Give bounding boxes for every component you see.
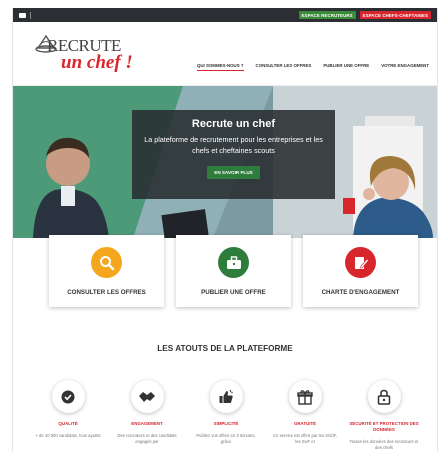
hero-banner: Recrute un chef La plateforme de recrute… — [13, 86, 437, 238]
top-bar-left — [19, 11, 31, 19]
top-bar: ESPACE RECRUTEURS ESPACE CHEFS-CHEFTAINE… — [13, 8, 437, 22]
hero-title: Recrute un chef — [191, 118, 276, 130]
top-bar-right: ESPACE RECRUTEURS ESPACE CHEFS-CHEFTAINE… — [298, 11, 431, 19]
atout-text: + de 10 000 candidats, tous ayants — [35, 433, 101, 438]
atout-text: Ce service est offert par les SGdF, les … — [273, 433, 337, 444]
search-icon — [91, 247, 122, 278]
nav-item-consulter-offres[interactable]: CONSULTER LES OFFRES — [256, 63, 312, 71]
atout-title: ENGAGEMENT — [131, 421, 163, 426]
hero-subtitle: La plateforme de recrutement pour les en… — [144, 135, 323, 155]
atout-text: Des recruteurs et des candidats engagés … — [117, 433, 177, 444]
card-publier-offre[interactable]: PUBLIER UNE OFFRE — [176, 235, 291, 307]
briefcase-icon — [218, 247, 249, 278]
browser-page: ESPACE RECRUTEURS ESPACE CHEFS-CHEFTAINE… — [12, 8, 438, 452]
mail-icon[interactable] — [19, 12, 26, 18]
handshake-icon — [130, 380, 164, 413]
hero-overlay: Recrute un chef La plateforme de recrute… — [132, 110, 335, 199]
gift-icon — [288, 380, 322, 413]
atout-title: SIMPLICITÉ — [213, 421, 239, 426]
nav-item-qui-sommes-nous[interactable]: QUI SOMMES-NOUS ? — [196, 63, 244, 71]
atout-text: Toutes les données des recruteurs et des… — [349, 439, 419, 450]
section-title: LES ATOUTS DE LA PLATEFORME — [157, 344, 293, 353]
espace-recruteurs-button[interactable]: ESPACE RECRUTEURS — [298, 11, 356, 19]
thumbs-up-icon — [209, 380, 243, 413]
atout-item: GRATUITÉ Ce service est offert par les S… — [270, 380, 340, 451]
atout-title: SÉCURITÉ ET PROTECTION DES DONNÉES — [349, 421, 419, 432]
edit-document-icon — [345, 247, 376, 278]
atouts-list: QUALITÉ + de 10 000 candidats, tous ayan… — [33, 380, 419, 451]
site-logo[interactable]: RECRUTE un chef ! — [35, 32, 135, 76]
lock-icon — [367, 380, 401, 413]
atout-item: ENGAGEMENT Des recruteurs et des candida… — [112, 380, 182, 451]
nav-item-publier-offre[interactable]: PUBLIER UNE OFFRE — [323, 63, 369, 71]
card-charte-engagement[interactable]: CHARTE D'ENGAGEMENT — [303, 235, 418, 307]
atout-item: QUALITÉ + de 10 000 candidats, tous ayan… — [33, 380, 103, 451]
nav-item-votre-engagement[interactable]: VOTRE ENGAGEMENT — [381, 63, 429, 71]
espace-chefs-button[interactable]: ESPACE CHEFS-CHEFTAINES — [359, 11, 431, 19]
main-nav: QUI SOMMES-NOUS ? CONSULTER LES OFFRES P… — [196, 63, 429, 71]
badge-check-icon — [51, 380, 85, 413]
atout-text: Publiez vos offres en 3 minutes, grâce — [196, 433, 256, 444]
atout-item: SÉCURITÉ ET PROTECTION DES DONNÉES Toute… — [349, 380, 419, 451]
divider — [30, 11, 31, 19]
card-label: PUBLIER UNE OFFRE — [201, 289, 266, 296]
atout-title: GRATUITÉ — [293, 421, 317, 426]
card-label: CHARTE D'ENGAGEMENT — [321, 289, 400, 296]
atout-title: QUALITÉ — [58, 421, 78, 426]
logo-text-un-chef: un chef ! — [61, 52, 133, 73]
site-header: RECRUTE un chef ! QUI SOMMES-NOUS ? CONS… — [13, 22, 437, 86]
en-savoir-plus-button[interactable]: EN SAVOIR PLUS — [207, 166, 260, 179]
action-cards: CONSULTER LES OFFRES PUBLIER UNE OFFRE C… — [49, 235, 418, 307]
atout-item: SIMPLICITÉ Publiez vos offres en 3 minut… — [191, 380, 261, 451]
card-label: CONSULTER LES OFFRES — [67, 289, 146, 296]
card-consulter-offres[interactable]: CONSULTER LES OFFRES — [49, 235, 164, 307]
